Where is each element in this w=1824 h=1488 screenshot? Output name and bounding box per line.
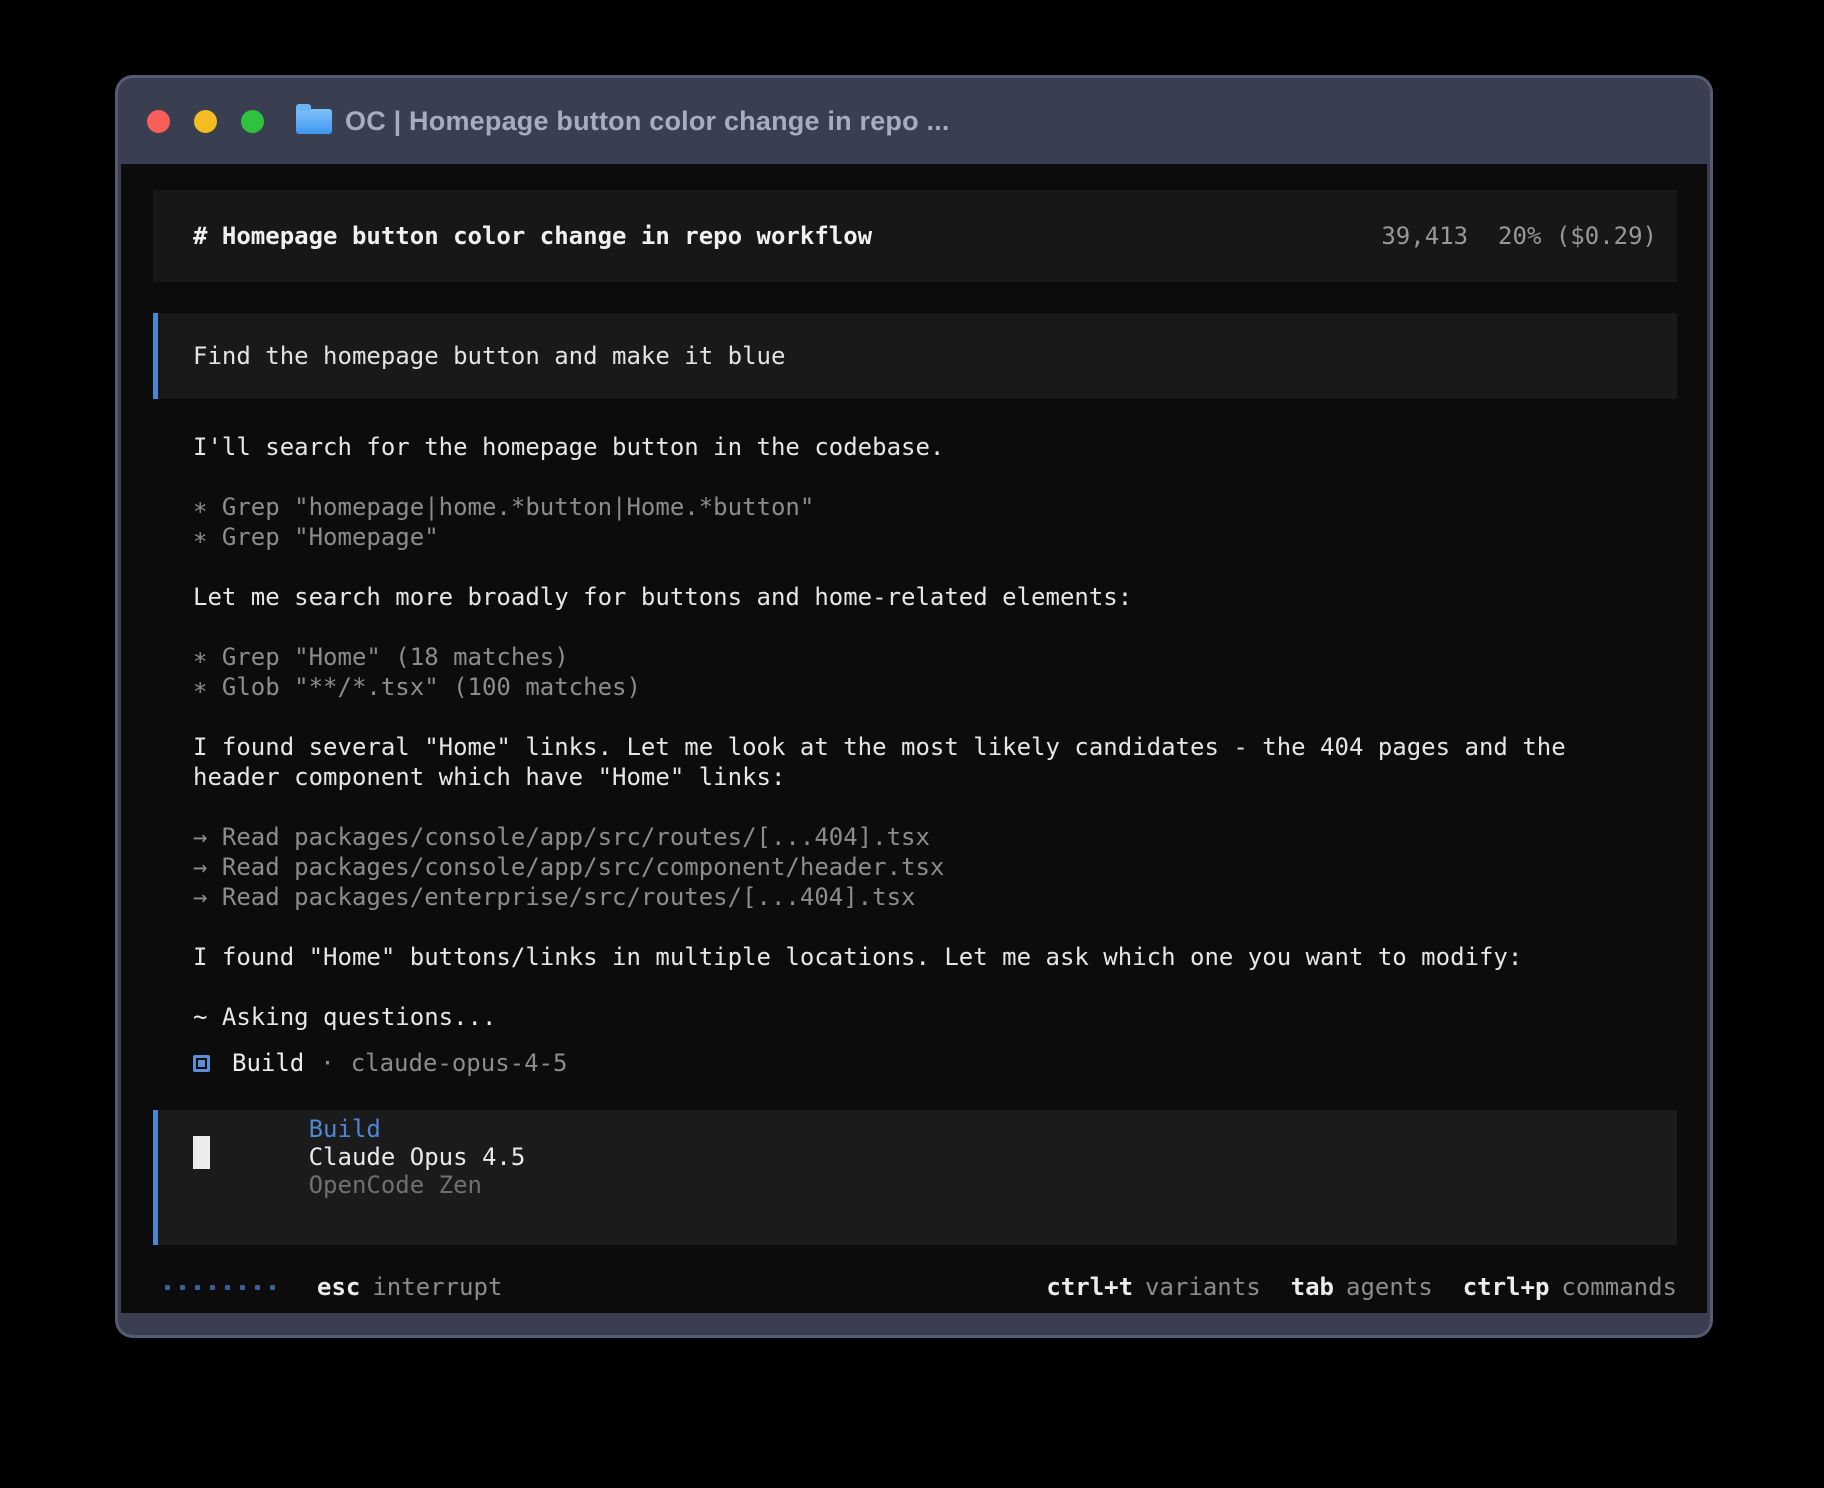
status-bar: esc interrupt ctrl+t variants tab agents ctr… xyxy=(153,1271,1677,1303)
esc-key-label: interrupt xyxy=(372,1273,503,1301)
hint-label: variants xyxy=(1145,1273,1261,1301)
folder-icon xyxy=(296,103,332,134)
spinner-dot xyxy=(270,1284,275,1290)
window-title: OC | Homepage button color change in rep… xyxy=(345,105,950,136)
hint-label: commands xyxy=(1561,1273,1677,1301)
assistant-text-line: I'll search for the homepage button in t… xyxy=(193,433,945,461)
token-count: 39,413 xyxy=(1381,222,1469,250)
build-agent-icon xyxy=(193,1054,210,1072)
terminal-content: # Homepage button color change in repo w… xyxy=(121,164,1707,1313)
tool-call-line: → Read packages/enterprise/src/routes/[.… xyxy=(193,883,916,911)
close-button[interactable] xyxy=(147,109,170,133)
status-left: esc interrupt xyxy=(165,1273,502,1301)
model-label[interactable]: Claude Opus 4.5 xyxy=(309,1143,526,1171)
keyboard-hint-commands: ctrl+p commands xyxy=(1463,1273,1677,1301)
spinner-dot xyxy=(255,1284,260,1290)
tool-call-line: ∗ Glob "**/*.tsx" (100 matches) xyxy=(193,673,641,701)
agent-name: Build xyxy=(232,1049,305,1077)
tool-call-line: ∗ Grep "Homepage" xyxy=(193,523,439,551)
context-usage: 20% ($0.29) xyxy=(1498,222,1657,250)
session-title: # Homepage button color change in repo w… xyxy=(193,222,873,250)
minimize-button[interactable] xyxy=(194,109,217,133)
mode-label[interactable]: Build xyxy=(309,1115,381,1143)
conversation-log: I'll search for the homepage button in t… xyxy=(153,432,1677,1032)
hint-key: ctrl+p xyxy=(1462,1273,1550,1301)
tool-call-line: → Read packages/console/app/src/componen… xyxy=(193,853,945,881)
hint-key: ctrl+t xyxy=(1046,1273,1134,1301)
agent-status-line: Build · claude-opus-4-5 xyxy=(153,1046,1677,1080)
spinner-dot xyxy=(210,1284,215,1290)
prompt-input[interactable]: Build Claude Opus 4.5 OpenCode Zen xyxy=(153,1110,1677,1245)
session-stats: 39,413 20% ($0.29) xyxy=(1381,222,1657,250)
separator-dot: · xyxy=(320,1049,335,1077)
terminal-window: OC | Homepage button color change in rep… xyxy=(115,75,1713,1338)
tool-call-line: ∗ Grep "Home" (18 matches) xyxy=(193,643,569,671)
hint-key: tab xyxy=(1290,1273,1334,1301)
spinner-dot xyxy=(240,1284,245,1290)
agent-model: claude-opus-4-5 xyxy=(350,1049,568,1077)
spinner-dot xyxy=(180,1284,185,1290)
assistant-text-line: header component which have "Home" links… xyxy=(193,763,786,791)
user-message-text: Find the homepage button and make it blu… xyxy=(193,342,786,370)
spinner-dot xyxy=(225,1284,230,1290)
spinner-dots-icon xyxy=(165,1284,275,1290)
assistant-text-line: I found "Home" buttons/links in multiple… xyxy=(193,943,1523,971)
esc-key-hint: esc xyxy=(317,1273,361,1301)
provider-label: OpenCode Zen xyxy=(308,1171,482,1199)
status-right: ctrl+t variants tab agents ctrl+p commands xyxy=(1046,1273,1677,1301)
maximize-button[interactable] xyxy=(241,109,264,133)
input-mode-row: Build Claude Opus 4.5 OpenCode Zen xyxy=(193,1087,539,1227)
session-header: # Homepage button color change in repo w… xyxy=(153,190,1677,282)
traffic-lights xyxy=(147,109,264,133)
keyboard-hint-variants: ctrl+t variants xyxy=(1046,1273,1260,1301)
user-message: Find the homepage button and make it blu… xyxy=(153,313,1677,399)
spinner-dot xyxy=(165,1284,170,1290)
assistant-text-line: ~ Asking questions... xyxy=(193,1003,497,1031)
hint-label: agents xyxy=(1346,1273,1433,1301)
keyboard-hint-agents: tab agents xyxy=(1291,1273,1433,1301)
tool-call-line: ∗ Grep "homepage|home.*button|Home.*butt… xyxy=(193,493,815,521)
assistant-text-line: I found several "Home" links. Let me loo… xyxy=(193,733,1566,761)
spinner-dot xyxy=(195,1284,200,1290)
assistant-text-line: Let me search more broadly for buttons a… xyxy=(193,583,1133,611)
tool-call-line: → Read packages/console/app/src/routes/[… xyxy=(193,823,930,851)
titlebar: OC | Homepage button color change in rep… xyxy=(121,78,1707,164)
